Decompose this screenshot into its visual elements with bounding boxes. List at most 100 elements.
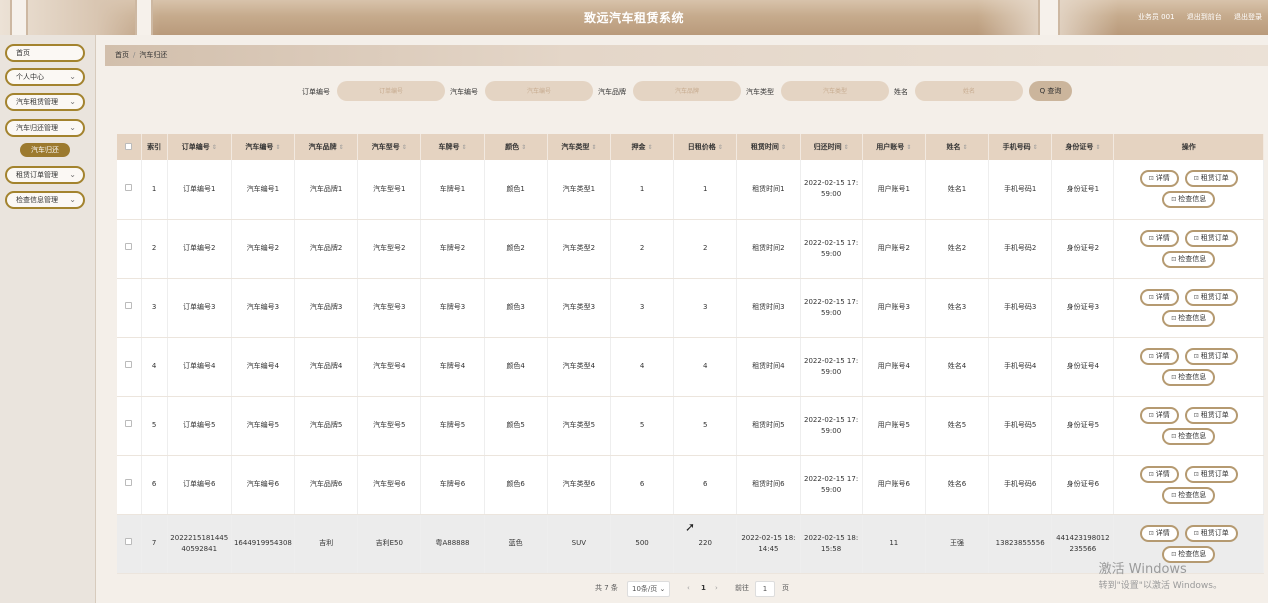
row-checkbox[interactable] <box>125 243 133 250</box>
goto-page-input[interactable]: 1 <box>755 581 775 597</box>
row-checkbox[interactable] <box>125 302 133 309</box>
sort-icon[interactable]: ⇕ <box>461 144 466 151</box>
sort-icon[interactable]: ⇕ <box>521 144 526 151</box>
column-header[interactable]: 归还时间 ⇕ <box>800 134 863 160</box>
sort-icon[interactable]: ⇕ <box>339 144 344 151</box>
select-all-checkbox[interactable] <box>125 142 133 150</box>
current-page[interactable]: 1 <box>701 581 706 595</box>
column-header[interactable]: 汽车类型 ⇕ <box>547 134 611 160</box>
detail-button[interactable]: ⊡ 详情 <box>1139 524 1179 542</box>
table-row[interactable]: 1 订单编号1 汽车编号1 汽车品牌1 汽车型号1 车牌号1 颜色1 汽车类型1 1 1 租赁时间1… <box>117 160 1264 220</box>
breadcrumb-home[interactable]: 首页 <box>115 51 129 59</box>
row-checkbox[interactable] <box>125 538 133 545</box>
rental-order-button[interactable]: ⊡ 租赁订单 <box>1184 229 1238 247</box>
table-cell-order: 202221518144540592841 <box>167 514 232 574</box>
sort-icon[interactable]: ⇕ <box>212 144 217 151</box>
sidebar-item-personal-center[interactable]: 个人中心 ⌄ <box>5 68 85 86</box>
row-checkbox[interactable] <box>125 183 133 191</box>
sidebar-item-car-return[interactable]: 汽车归还管理 ⌄ <box>5 119 85 137</box>
column-header[interactable]: 手机号码 ⇕ <box>988 134 1053 160</box>
search-input-name[interactable] <box>915 81 1023 101</box>
column-header[interactable]: 汽车型号 ⇕ <box>357 134 422 160</box>
action-label: 详情 <box>1155 351 1170 360</box>
sidebar-item-rental-orders[interactable]: 租赁订单管理 ⌄ <box>5 166 85 184</box>
sort-icon[interactable]: ⇕ <box>844 144 849 151</box>
document-icon: ⊡ <box>1148 529 1154 537</box>
table-cell-rent-time: 租赁时间3 <box>736 278 801 338</box>
rental-order-button[interactable]: ⊡ 租赁订单 <box>1184 347 1238 365</box>
column-header[interactable]: 汽车编号 ⇕ <box>231 134 296 160</box>
table-row[interactable]: 3 订单编号3 汽车编号3 汽车品牌3 汽车型号3 车牌号3 颜色3 汽车类型3 3 3 租赁时间3… <box>117 278 1264 338</box>
column-header[interactable]: 汽车品牌 ⇕ <box>294 134 359 160</box>
detail-button[interactable]: ⊡ 详情 <box>1139 465 1179 483</box>
table-row[interactable]: 5 订单编号5 汽车编号5 汽车品牌5 汽车型号5 车牌号5 颜色5 汽车类型5 5 5 租赁时间5… <box>117 396 1264 456</box>
column-header[interactable]: 颜色 ⇕ <box>484 134 548 160</box>
column-header[interactable]: 押金 ⇕ <box>610 134 675 160</box>
sort-icon[interactable]: ⇕ <box>648 144 653 151</box>
sort-icon[interactable]: ⇕ <box>275 144 280 151</box>
search-input-car-no[interactable] <box>485 81 593 101</box>
page-size-select[interactable]: 10条/页 ⌄ <box>627 581 671 597</box>
row-checkbox[interactable] <box>125 361 133 368</box>
sort-icon[interactable]: ⇕ <box>1033 144 1038 151</box>
next-page-button[interactable]: › <box>715 581 718 595</box>
table-cell-price: 220 <box>673 514 738 574</box>
action-label: 详情 <box>1155 174 1170 183</box>
rental-order-button[interactable]: ⊡ 租赁订单 <box>1184 465 1238 483</box>
inspection-info-button[interactable]: ⊡ 检查信息 <box>1162 368 1216 386</box>
column-header[interactable]: 订单编号 ⇕ <box>167 134 232 160</box>
inspection-info-button[interactable]: ⊡ 检查信息 <box>1162 191 1216 209</box>
search-input-car-type[interactable] <box>781 81 889 101</box>
table-cell-idx: 2 <box>141 219 168 279</box>
rental-order-button[interactable]: ⊡ 租赁订单 <box>1184 170 1238 188</box>
sort-icon[interactable]: ⇕ <box>906 144 911 151</box>
rental-order-button[interactable]: ⊡ 租赁订单 <box>1184 524 1238 542</box>
column-header-label: 归还时间 <box>813 143 842 151</box>
search-input-order-no[interactable] <box>337 81 445 101</box>
sort-icon[interactable]: ⇕ <box>962 144 967 151</box>
row-checkbox[interactable] <box>125 479 133 486</box>
sort-icon[interactable]: ⇕ <box>591 144 596 151</box>
table-row[interactable]: 6 订单编号6 汽车编号6 汽车品牌6 汽车型号6 车牌号6 颜色6 汽车类型6 6 6 租赁时间6… <box>117 455 1264 515</box>
column-header-label: 汽车品牌 <box>308 143 337 151</box>
prev-page-button[interactable]: ‹ <box>687 581 690 595</box>
column-header[interactable]: 车牌号 ⇕ <box>420 134 485 160</box>
action-label: 检查信息 <box>1178 372 1207 381</box>
column-header[interactable]: 日租价格 ⇕ <box>673 134 738 160</box>
inspection-info-button[interactable]: ⊡ 检查信息 <box>1162 309 1216 327</box>
detail-button[interactable]: ⊡ 详情 <box>1139 170 1179 188</box>
sort-icon[interactable]: ⇕ <box>718 144 723 151</box>
document-icon: ⊡ <box>1148 352 1154 360</box>
table-row[interactable]: 2 订单编号2 汽车编号2 汽车品牌2 汽车型号2 车牌号2 颜色2 汽车类型2 2 2 租赁时间2… <box>117 219 1264 279</box>
column-header-label: 日租价格 <box>687 143 716 151</box>
column-header[interactable]: 姓名 ⇕ <box>925 134 990 160</box>
rental-order-button[interactable]: ⊡ 租赁订单 <box>1184 288 1238 306</box>
sidebar-item-car-rental[interactable]: 汽车租赁管理 ⌄ <box>5 93 85 111</box>
rental-order-button[interactable]: ⊡ 租赁订单 <box>1184 406 1238 424</box>
detail-button[interactable]: ⊡ 详情 <box>1139 229 1179 247</box>
column-header[interactable]: 身份证号 ⇕ <box>1051 134 1115 160</box>
inspection-info-button[interactable]: ⊡ 检查信息 <box>1162 250 1216 268</box>
logout-link[interactable]: 退出登录 <box>1234 13 1262 21</box>
sidebar-subitem-car-return-active[interactable]: 汽车归还 <box>20 143 70 157</box>
sort-icon[interactable]: ⇕ <box>402 144 407 151</box>
sidebar-item-home[interactable]: 首页 <box>5 44 85 62</box>
row-checkbox[interactable] <box>125 420 133 427</box>
table-row[interactable]: 4 订单编号4 汽车编号4 汽车品牌4 汽车型号4 车牌号4 颜色4 汽车类型4 4 4 租赁时间4… <box>117 337 1264 397</box>
sidebar-item-inspection[interactable]: 检查信息管理 ⌄ <box>5 191 85 209</box>
inspection-info-button[interactable]: ⊡ 检查信息 <box>1162 427 1216 445</box>
row-select-cell <box>117 455 142 515</box>
search-input-brand[interactable] <box>633 81 741 101</box>
search-button[interactable]: Q 查询 <box>1029 81 1072 101</box>
table-cell-price: 5 <box>673 396 738 456</box>
detail-button[interactable]: ⊡ 详情 <box>1139 288 1179 306</box>
column-header[interactable]: 租赁时间 ⇕ <box>736 134 801 160</box>
detail-button[interactable]: ⊡ 详情 <box>1139 347 1179 365</box>
inspection-info-button[interactable]: ⊡ 检查信息 <box>1162 486 1216 504</box>
detail-button[interactable]: ⊡ 详情 <box>1139 406 1179 424</box>
sort-icon[interactable]: ⇕ <box>781 144 786 151</box>
sort-icon[interactable]: ⇕ <box>1095 144 1100 151</box>
main-content: 首页 /汽车归还 订单编号 汽车编号 汽车品牌 汽车类型 姓名 Q 查询 索引 订… <box>105 35 1268 603</box>
column-header[interactable]: 用户账号 ⇕ <box>862 134 926 160</box>
back-to-frontend-link[interactable]: 退出到前台 <box>1187 13 1222 21</box>
